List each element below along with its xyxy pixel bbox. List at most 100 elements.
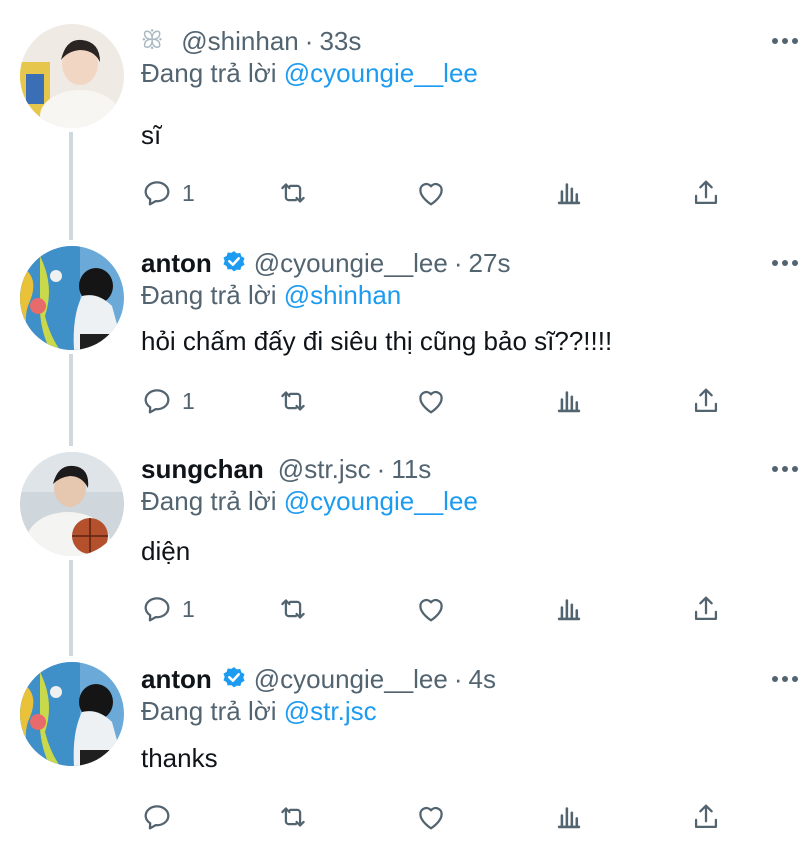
share-icon <box>694 180 718 205</box>
action-bar: 1 <box>140 589 740 629</box>
reply-count: 1 <box>182 387 195 414</box>
avatar[interactable] <box>20 452 124 556</box>
retweet-icon <box>281 391 305 411</box>
analytics-button[interactable] <box>552 173 586 213</box>
like-button[interactable] <box>414 589 448 629</box>
like-button[interactable] <box>414 173 448 213</box>
replying-to: Đang trả lời @cyoungie__lee <box>141 486 478 517</box>
retweet-button[interactable] <box>276 589 310 629</box>
like-icon <box>419 390 443 414</box>
tweet-text: sĩ <box>141 120 162 150</box>
separator: · <box>304 25 314 56</box>
replying-to: Đang trả lời @str.jsc <box>141 696 377 727</box>
action-bar: 1 <box>140 381 740 421</box>
user-handle[interactable]: @shinhan <box>181 26 298 57</box>
analytics-icon <box>557 183 581 205</box>
share-button[interactable] <box>689 797 723 837</box>
more-icon[interactable] <box>772 260 800 268</box>
replying-to-label: Đang trả lời <box>141 280 284 310</box>
replying-to-label: Đang trả lời <box>141 486 284 516</box>
share-icon <box>694 804 718 829</box>
share-button[interactable] <box>689 381 723 421</box>
action-bar <box>140 797 740 837</box>
like-icon <box>419 598 443 622</box>
share-button[interactable] <box>689 173 723 213</box>
retweet-button[interactable] <box>276 797 310 837</box>
like-icon <box>419 806 443 830</box>
retweet-button[interactable] <box>276 381 310 421</box>
separator: · <box>453 663 463 694</box>
reply-icon <box>144 181 170 206</box>
tweet-header: ꕥ @shinhan · 33s <box>141 24 361 58</box>
mention-link[interactable]: @cyoungie__lee <box>284 486 478 516</box>
avatar[interactable] <box>20 662 124 766</box>
tweet-text: diện <box>141 536 191 566</box>
retweet-icon <box>281 599 305 619</box>
more-icon[interactable] <box>772 38 800 46</box>
share-icon <box>694 596 718 621</box>
avatar-image <box>20 24 124 128</box>
tweet-text: thanks <box>141 743 218 773</box>
tweet[interactable]: anton @cyoungie__lee · 4s Đang trả lời @… <box>0 662 808 850</box>
reply-button[interactable]: 1 <box>140 381 195 421</box>
reply-icon <box>144 597 170 622</box>
replying-to: Đang trả lời @cyoungie__lee <box>141 58 478 89</box>
separator: · <box>376 453 386 484</box>
verified-badge-icon <box>220 249 248 277</box>
timestamp[interactable]: 11s <box>391 454 431 485</box>
emoji-glyph: ꕥ <box>141 27 164 54</box>
analytics-button[interactable] <box>552 381 586 421</box>
like-button[interactable] <box>414 381 448 421</box>
analytics-icon <box>557 807 581 829</box>
display-name[interactable]: anton <box>141 248 212 279</box>
tweet[interactable]: sungchan @str.jsc · 11s Đang trả lời @cy… <box>0 452 808 652</box>
replying-to-label: Đang trả lời <box>141 58 284 88</box>
reply-button[interactable]: 1 <box>140 173 195 213</box>
tweet-header: sungchan @str.jsc · 11s <box>141 452 431 486</box>
user-handle[interactable]: @cyoungie__lee <box>254 664 448 695</box>
timestamp[interactable]: 33s <box>319 26 361 57</box>
retweet-button[interactable] <box>276 173 310 213</box>
like-button[interactable] <box>414 797 448 837</box>
avatar-image <box>20 452 124 556</box>
avatar-image <box>20 662 124 766</box>
user-handle[interactable]: @cyoungie__lee <box>254 248 448 279</box>
more-icon[interactable] <box>772 676 800 684</box>
mention-link[interactable]: @cyoungie__lee <box>284 58 478 88</box>
more-icon[interactable] <box>772 466 800 474</box>
tweet-header: anton @cyoungie__lee · 27s <box>141 246 510 280</box>
share-icon <box>694 388 718 413</box>
separator: · <box>453 247 463 278</box>
reply-button[interactable]: 1 <box>140 589 195 629</box>
reply-count: 1 <box>182 179 195 206</box>
replying-to: Đang trả lời @shinhan <box>141 280 401 311</box>
timestamp[interactable]: 27s <box>469 248 511 279</box>
display-name[interactable]: sungchan <box>141 454 264 485</box>
reply-count: 1 <box>182 595 195 622</box>
like-icon <box>419 182 443 206</box>
action-bar: 1 <box>140 173 740 213</box>
tweet[interactable]: ꕥ @shinhan · 33s Đang trả lời @cyoungie_… <box>0 24 808 224</box>
avatar-image <box>20 246 124 350</box>
analytics-icon <box>557 391 581 413</box>
tweet[interactable]: anton @cyoungie__lee · 27s Đang trả lời … <box>0 246 808 446</box>
user-handle[interactable]: @str.jsc <box>278 454 371 485</box>
reply-icon <box>144 389 170 414</box>
mention-link[interactable]: @shinhan <box>284 280 401 310</box>
share-button[interactable] <box>689 589 723 629</box>
avatar[interactable] <box>20 246 124 350</box>
display-name[interactable]: anton <box>141 664 212 695</box>
verified-badge-icon <box>220 665 248 693</box>
analytics-button[interactable] <box>552 797 586 837</box>
analytics-icon <box>557 599 581 621</box>
mention-link[interactable]: @str.jsc <box>284 696 377 726</box>
timestamp[interactable]: 4s <box>469 664 496 695</box>
reply-button[interactable] <box>140 797 182 837</box>
tweet-text: hỏi chấm đấy đi siêu thị cũng bảo sĩ??!!… <box>141 326 613 356</box>
avatar[interactable] <box>20 24 124 128</box>
retweet-icon <box>281 183 305 203</box>
tweet-header: anton @cyoungie__lee · 4s <box>141 662 496 696</box>
replying-to-label: Đang trả lời <box>141 696 284 726</box>
reply-icon <box>144 805 170 830</box>
analytics-button[interactable] <box>552 589 586 629</box>
